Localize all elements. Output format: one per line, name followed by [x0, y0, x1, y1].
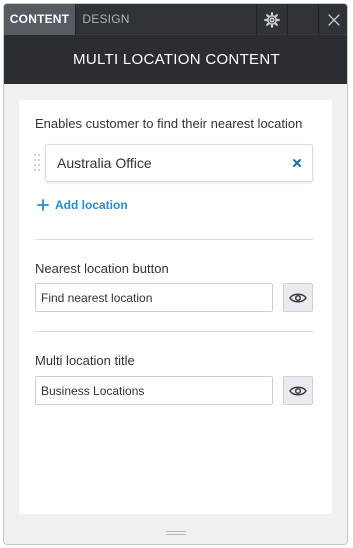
- close-button[interactable]: [318, 4, 347, 35]
- drag-handle-icon[interactable]: [34, 154, 40, 174]
- eye-icon: [289, 293, 307, 302]
- settings-button[interactable]: [256, 4, 286, 35]
- multi-title-input[interactable]: [35, 376, 273, 405]
- add-location-label: Add location: [55, 198, 128, 212]
- gear-icon: [263, 11, 280, 28]
- content-card: Enables customer to find their nearest l…: [19, 100, 332, 514]
- panel-toolbar: CONTENT DESIGN: [4, 4, 347, 35]
- plus-icon: [37, 199, 49, 211]
- divider: [35, 331, 313, 332]
- tab-content[interactable]: CONTENT: [4, 4, 76, 35]
- panel-header: MULTI LOCATION CONTENT: [4, 35, 347, 84]
- tab-design[interactable]: DESIGN: [76, 4, 136, 35]
- eye-icon: [289, 386, 307, 395]
- resize-handle-icon[interactable]: [166, 531, 186, 537]
- toolbar-blank-button[interactable]: [287, 4, 317, 35]
- divider: [35, 239, 313, 240]
- nearest-button-label: Nearest location button: [35, 261, 169, 276]
- close-icon: [328, 13, 340, 26]
- locations-label: Enables customer to find their nearest l…: [35, 116, 303, 131]
- nearest-button-visibility-toggle[interactable]: [283, 283, 313, 312]
- location-item[interactable]: Australia Office: [45, 144, 313, 182]
- editor-panel: CONTENT DESIGN MULTI LOCATION CONTENT En…: [3, 3, 348, 545]
- multi-title-visibility-toggle[interactable]: [283, 376, 313, 405]
- remove-location-icon[interactable]: [291, 157, 303, 169]
- location-name: Australia Office: [57, 155, 152, 171]
- page-title: MULTI LOCATION CONTENT: [73, 51, 280, 68]
- multi-title-label: Multi location title: [35, 353, 135, 368]
- nearest-button-input[interactable]: [35, 283, 273, 312]
